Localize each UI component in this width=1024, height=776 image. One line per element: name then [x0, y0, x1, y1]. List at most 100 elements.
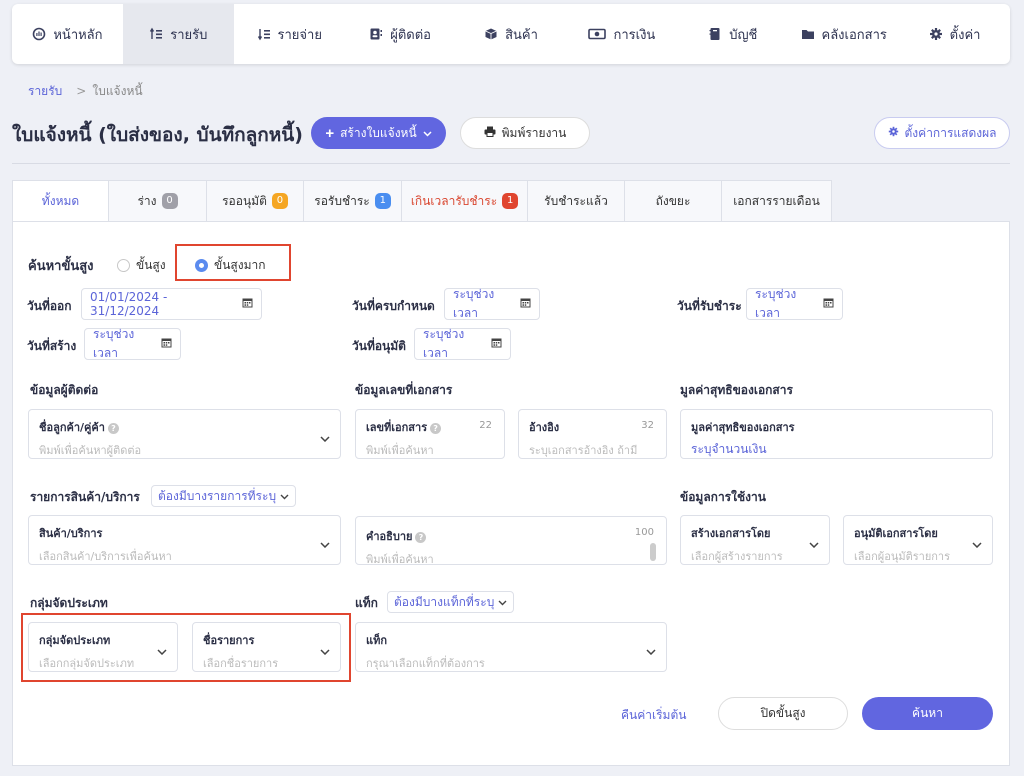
chevron-down-icon — [280, 489, 289, 503]
close-advanced-button[interactable]: ปิดขั้นสูง — [718, 697, 848, 730]
folder-icon — [801, 27, 815, 41]
tab-awaiting-payment[interactable]: รอรับชำระ 1 — [304, 180, 402, 222]
plus-icon: + — [325, 124, 335, 142]
calendar-icon — [161, 337, 172, 351]
nav-item-settings[interactable]: ตั้งค่า — [899, 4, 1010, 64]
calendar-icon — [823, 297, 834, 311]
tag-select[interactable]: แท็ก กรุณาเลือกแท็กที่ต้องการ — [355, 622, 667, 672]
tab-awaiting-approval[interactable]: รออนุมัติ 0 — [207, 180, 304, 222]
calendar-icon — [242, 297, 253, 311]
tab-overdue[interactable]: เกินเวลารับชำระ 1 — [402, 180, 528, 222]
issue-date-picker[interactable]: 01/01/2024 - 31/12/2024 — [81, 288, 262, 320]
description-input[interactable]: คำอธิบาย? 100 พิมพ์เพื่อค้นหา — [355, 516, 667, 566]
dashboard-icon — [32, 27, 46, 41]
gear-icon — [888, 126, 899, 140]
contact-section-title: ข้อมูลผู้ติดต่อ — [30, 383, 99, 397]
docnum-char-count: 22 — [479, 420, 492, 431]
tag-section-title: แท็ก — [355, 596, 378, 610]
issue-date-label: วันที่ออก — [27, 299, 72, 313]
gear-icon — [929, 27, 943, 41]
search-button[interactable]: ค้นหา — [862, 697, 993, 730]
expense-icon — [257, 27, 271, 41]
chevron-down-icon — [320, 538, 330, 551]
net-value-input[interactable]: มูลค่าสุทธิของเอกสาร ระบุจำนวนเงิน — [680, 409, 993, 459]
category-section-title: กลุ่มจัดประเภท — [30, 596, 108, 610]
mode-advanced-radio[interactable]: ขั้นสูง — [117, 256, 166, 275]
income-icon — [149, 27, 163, 41]
overdue-count-badge: 1 — [502, 193, 519, 209]
printer-icon — [484, 126, 496, 140]
radio-unchecked-icon — [117, 259, 130, 272]
docnum-section-title: ข้อมูลเลขที่เอกสาร — [355, 383, 453, 397]
tab-draft[interactable]: ร่าง 0 — [109, 180, 207, 222]
nav-item-income[interactable]: รายรับ — [122, 4, 234, 64]
products-filter-select[interactable]: ต้องมีบางรายการที่ระบุ — [151, 485, 297, 507]
payment-date-label: วันที่รับชำระ — [677, 299, 742, 313]
breadcrumb: รายรับ > ใบแจ้งหนี้ — [28, 82, 143, 101]
contacts-icon — [369, 27, 383, 41]
status-tabs: ทั้งหมด ร่าง 0 รออนุมัติ 0 รอรับชำระ 1 เกิน… — [12, 180, 832, 222]
help-icon: ? — [107, 422, 119, 434]
breadcrumb-separator: > — [76, 84, 87, 98]
help-icon: ? — [415, 531, 427, 543]
tab-trash[interactable]: ถังขยะ — [625, 180, 722, 222]
calendar-icon — [520, 297, 531, 311]
breadcrumb-current: ใบแจ้งหนี้ — [92, 84, 143, 98]
nav-item-products[interactable]: สินค้า — [456, 4, 567, 64]
create-invoice-button[interactable]: + สร้างใบแจ้งหนี้ — [311, 117, 446, 149]
nav-item-home[interactable]: หน้าหลัก — [12, 4, 123, 64]
reset-defaults-link[interactable]: คืนค่าเริ่มต้น — [621, 700, 686, 730]
print-report-button[interactable]: พิมพ์รายงาน — [460, 117, 590, 149]
chevron-down-icon — [498, 595, 507, 609]
docnum-input[interactable]: เลขที่เอกสาร? 22 พิมพ์เพื่อค้นหา — [355, 409, 505, 459]
created-date-label: วันที่สร้าง — [27, 339, 77, 353]
reference-char-count: 32 — [641, 420, 654, 431]
chevron-down-icon — [320, 432, 330, 445]
nav-item-documents[interactable]: คลังเอกสาร — [788, 4, 899, 64]
breadcrumb-income-link[interactable]: รายรับ — [28, 84, 62, 98]
header-divider — [12, 163, 1010, 164]
nav-item-accounting[interactable]: บัญชี — [677, 4, 788, 64]
nav-item-finance[interactable]: การเงิน — [566, 4, 677, 64]
products-section-title: รายการสินค้า/บริการ — [30, 490, 140, 504]
help-icon: ? — [430, 422, 442, 434]
created-by-select[interactable]: สร้างเอกสารโดย เลือกผู้สร้างรายการ — [680, 515, 830, 565]
calendar-icon — [491, 337, 502, 351]
advanced-search-title: ค้นหาขั้นสูง — [28, 259, 94, 274]
ledger-icon — [708, 27, 722, 41]
nav-item-expense[interactable]: รายจ่าย — [234, 4, 345, 64]
chevron-down-icon — [423, 126, 432, 140]
top-navigation: หน้าหลัก รายรับ รายจ่าย ผู้ติดต่อ สินค้า… — [12, 4, 1010, 64]
due-date-label: วันที่ครบกำหนด — [352, 299, 435, 313]
awaiting-payment-count-badge: 1 — [374, 193, 391, 209]
payment-date-picker[interactable]: ระบุช่วงเวลา — [746, 287, 843, 320]
reference-input[interactable]: อ้างอิง 32 ระบุเอกสารอ้างอิง ถ้ามี — [518, 409, 667, 459]
tab-paid[interactable]: รับชำระแล้ว — [528, 180, 625, 222]
highlight-box-category — [21, 613, 351, 682]
approved-date-picker[interactable]: ระบุช่วงเวลา — [414, 327, 511, 360]
tag-filter-select[interactable]: ต้องมีบางแท็กที่ระบุ — [387, 591, 515, 613]
nav-item-contacts[interactable]: ผู้ติดต่อ — [345, 4, 456, 64]
chevron-down-icon — [809, 538, 819, 551]
money-icon — [588, 27, 607, 41]
tab-monthly-documents[interactable]: เอกสารรายเดือน — [722, 180, 832, 222]
approved-by-select[interactable]: อนุมัติเอกสารโดย เลือกผู้อนุมัติรายการ — [843, 515, 993, 565]
usage-section-title: ข้อมูลการใช้งาน — [680, 490, 766, 504]
description-char-count: 100 — [634, 527, 654, 538]
product-box-icon — [484, 27, 498, 41]
highlight-box-mode — [175, 244, 291, 281]
due-date-picker[interactable]: ระบุช่วงเวลา — [444, 287, 540, 320]
product-select[interactable]: สินค้า/บริการ เลือกสินค้า/บริการเพื่อค้น… — [28, 515, 341, 565]
chevron-down-icon — [646, 645, 656, 658]
awaiting-approval-count-badge: 0 — [271, 193, 288, 209]
textarea-scrollbar[interactable] — [650, 543, 656, 561]
draft-count-badge: 0 — [161, 193, 178, 209]
net-section-title: มูลค่าสุทธิของเอกสาร — [680, 383, 793, 397]
chevron-down-icon — [972, 538, 982, 551]
page-title: ใบแจ้งหนี้ (ใบส่งของ, บันทึกลูกหนี้) — [12, 124, 303, 146]
tab-all[interactable]: ทั้งหมด — [12, 180, 109, 222]
approved-date-label: วันที่อนุมัติ — [352, 339, 406, 353]
contact-select[interactable]: ชื่อลูกค้า/คู่ค้า? พิมพ์เพื่อค้นหาผู้ติด… — [28, 409, 341, 459]
display-settings-button[interactable]: ตั้งค่าการแสดงผล — [874, 117, 1010, 149]
created-date-picker[interactable]: ระบุช่วงเวลา — [84, 327, 181, 360]
